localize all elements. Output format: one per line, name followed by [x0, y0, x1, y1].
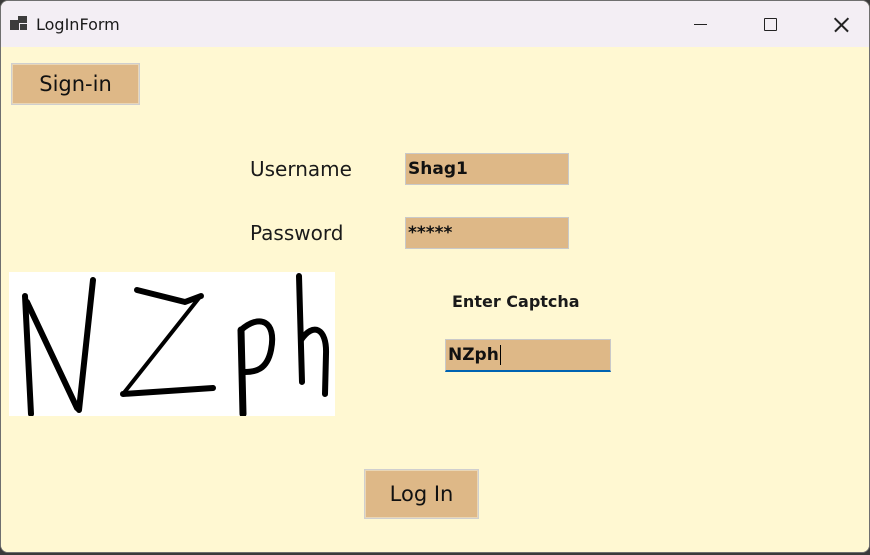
password-value: ***** — [408, 223, 453, 243]
login-form-window: LogInForm Sign-in Username Shag1 Passwor… — [0, 0, 870, 553]
close-icon[interactable] — [805, 1, 869, 47]
minimize-icon[interactable] — [665, 1, 733, 47]
title-bar[interactable]: LogInForm — [1, 1, 869, 47]
username-field[interactable]: Shag1 — [405, 153, 569, 185]
username-value: Shag1 — [408, 159, 468, 179]
captcha-value: NZph — [448, 345, 499, 365]
captcha-image — [9, 272, 335, 418]
window-title: LogInForm — [36, 15, 120, 34]
captcha-input[interactable]: NZph — [445, 339, 611, 372]
captcha-label: Enter Captcha — [452, 292, 580, 311]
app-icon — [10, 16, 28, 32]
log-in-button[interactable]: Log In — [364, 469, 479, 519]
password-field[interactable]: ***** — [405, 217, 569, 249]
form-body: Sign-in Username Shag1 Password ***** En… — [1, 47, 869, 552]
text-caret — [499, 345, 501, 365]
password-label: Password — [250, 221, 344, 245]
maximize-icon[interactable] — [735, 1, 803, 47]
username-label: Username — [250, 157, 352, 181]
sign-in-button[interactable]: Sign-in — [11, 63, 140, 105]
